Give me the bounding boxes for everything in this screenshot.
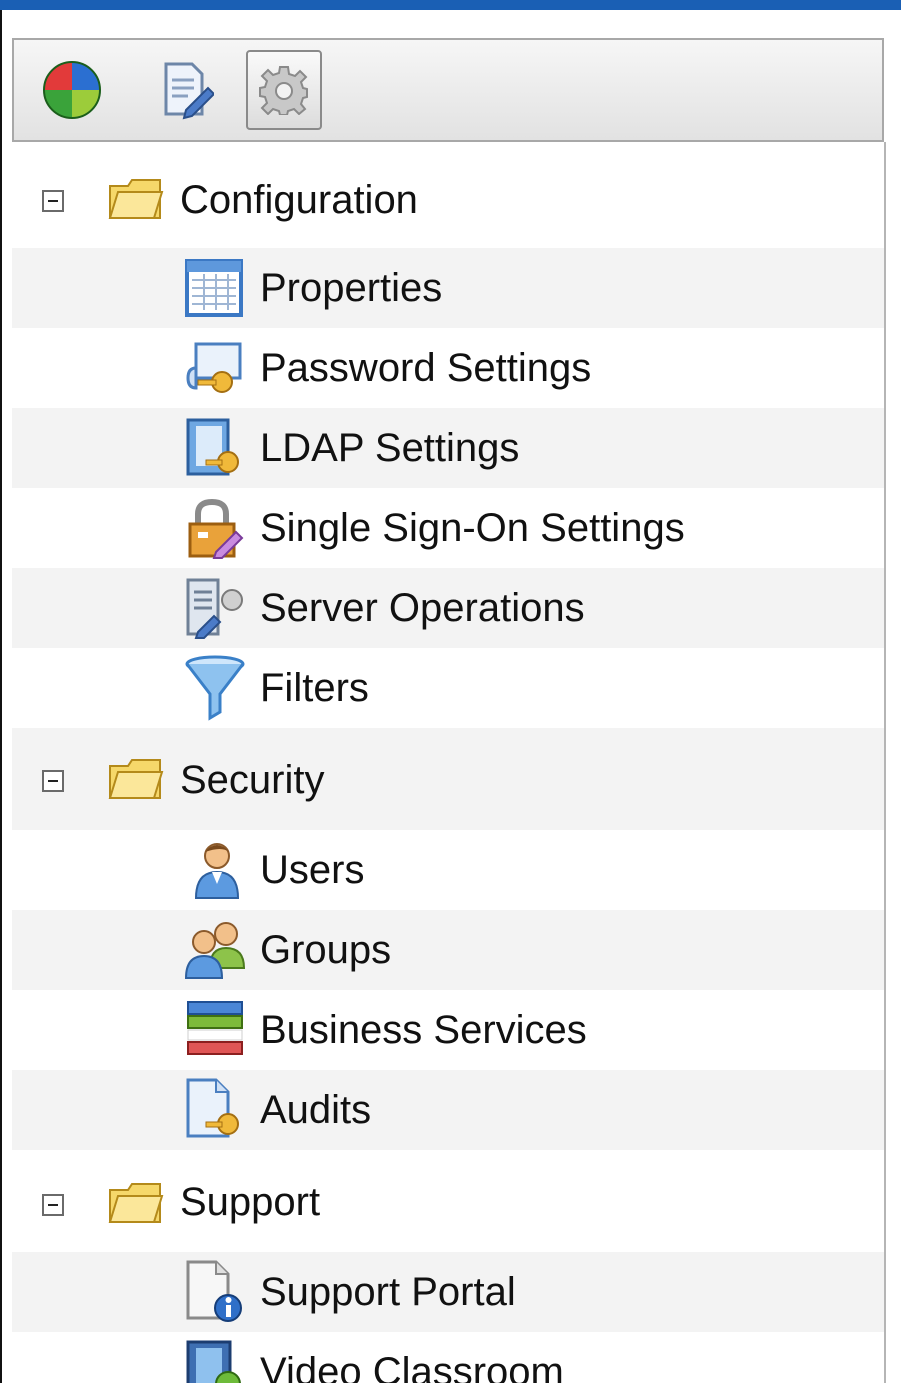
video-classroom-icon [186,1340,241,1383]
tree-item-users[interactable]: Users [12,830,884,910]
tree-item-label: Video Classroom [260,1350,564,1383]
tree-item-groups[interactable]: Groups [12,910,884,990]
tree-group-label: Security [180,758,325,802]
gear-icon [259,66,308,115]
tree-item-label: Audits [260,1088,372,1132]
tree-item-filters[interactable]: Filters [12,648,884,728]
collapse-toggle[interactable] [42,1194,64,1216]
tree-item-label: Server Operations [260,586,585,630]
group-icon [184,922,246,979]
ldap-key-icon [186,418,239,476]
tree-item-support-portal[interactable]: Support Portal [12,1252,884,1332]
tree-item-label: Password Settings [260,346,592,390]
reports-button[interactable] [34,50,110,130]
padlock-edit-icon [188,498,244,559]
edit-button[interactable] [148,50,224,130]
tree-item-label: Users [260,848,365,892]
tree-item-server-operations[interactable]: Server Operations [12,568,884,648]
settings-button[interactable] [246,50,322,130]
funnel-icon [185,655,245,721]
key-script-icon [186,342,242,393]
tree-item-properties[interactable]: Properties [12,248,884,328]
collapse-toggle[interactable] [42,190,64,212]
panel-divider [884,142,886,1383]
tree-item-label: Groups [260,928,392,972]
tree-item-label: Filters [260,666,369,710]
folder-icon [108,759,164,799]
document-info-icon [186,1260,242,1322]
server-edit-icon [186,578,243,639]
tree-item-ldap-settings[interactable]: LDAP Settings [12,408,884,488]
stacked-bars-icon [187,1001,243,1055]
tree-group-label: Support [180,1180,321,1224]
pie-chart-icon [43,61,101,119]
tree-item-label: Properties [260,266,443,310]
document-key-icon [186,1078,239,1138]
window-title-strip [0,0,901,10]
collapse-toggle[interactable] [42,770,64,792]
tree-group-security[interactable]: Security [12,728,884,830]
edit-document-icon [164,62,214,120]
tree-item-label: LDAP Settings [260,426,520,470]
tree-item-business-services[interactable]: Business Services [12,990,884,1070]
folder-icon [108,1183,164,1223]
user-icon [194,843,240,899]
tree-item-label: Business Services [260,1008,587,1052]
tree-item-label: Single Sign-On Settings [260,506,685,550]
tree-item-video-classroom[interactable]: Video Classroom [12,1332,884,1383]
folder-icon [108,179,164,219]
tree-group-label: Configuration [180,178,418,222]
tree-item-single-sign-on-settings[interactable]: Single Sign-On Settings [12,488,884,568]
tree-item-password-settings[interactable]: Password Settings [12,328,884,408]
tree-group-support[interactable]: Support [12,1150,884,1252]
tree-group-configuration[interactable]: Configuration [12,148,884,248]
tree-item-audits[interactable]: Audits [12,1070,884,1150]
tree-item-label: Support Portal [260,1270,516,1314]
toolbar [12,38,884,142]
table-properties-icon [185,259,243,317]
admin-tree: Configuration Properties Password Settin… [12,148,884,1383]
